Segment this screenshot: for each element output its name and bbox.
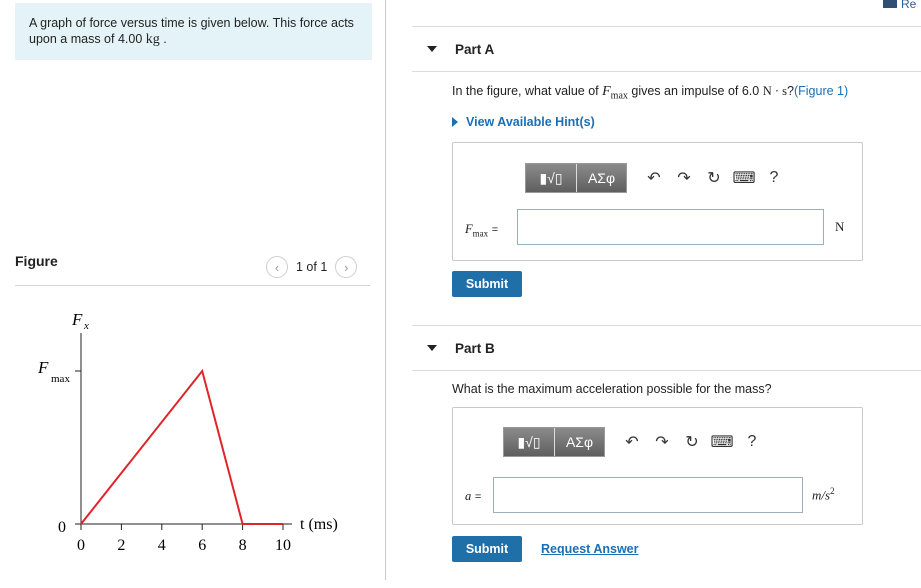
part-b-label: Part B <box>455 340 495 356</box>
templates-button[interactable]: ▮√▯ <box>504 428 554 456</box>
ans-var: a <box>465 489 472 503</box>
part-a-answer-box: ▮√▯ ΑΣφ ↶ ↷ ↻ ⌨ ? Fmax = N <box>452 142 863 261</box>
templates-button[interactable]: ▮√▯ <box>526 164 576 192</box>
figure-link[interactable]: (Figure 1) <box>794 84 848 98</box>
problem-intro: A graph of force versus time is given be… <box>15 3 372 60</box>
chevron-left-icon[interactable]: ‹ <box>266 256 288 278</box>
reset-icon[interactable]: ↻ <box>699 163 729 193</box>
symbols-button[interactable]: ΑΣφ <box>576 164 626 192</box>
ans-var: F <box>465 222 473 236</box>
x-tick-label: 10 <box>275 537 291 554</box>
header-mark-label: Re <box>901 0 917 11</box>
y-axis-sub: x <box>83 320 89 332</box>
q-pre: In the figure, what value of <box>452 84 599 98</box>
part-b-answer-box: ▮√▯ ΑΣφ ↶ ↷ ↻ ⌨ ? a = m/s2 <box>452 407 863 525</box>
panel-icon <box>883 0 897 8</box>
part-a-toolbar: ▮√▯ ΑΣφ ↶ ↷ ↻ ⌨ ? <box>525 163 789 193</box>
ans-sub: max <box>472 228 489 239</box>
template-group: ▮√▯ ΑΣφ <box>525 163 627 193</box>
redo-icon[interactable]: ↷ <box>669 163 699 193</box>
unit-base: m/s <box>812 487 831 503</box>
fmax-answer-input[interactable] <box>517 209 824 245</box>
y-axis-label: F <box>71 310 83 329</box>
part-b-toolbar: ▮√▯ ΑΣφ ↶ ↷ ↻ ⌨ ? <box>503 427 767 457</box>
x-tick-label: 2 <box>117 537 125 554</box>
caret-right-icon <box>452 117 458 127</box>
part-a-label: Part A <box>455 41 495 57</box>
ans-eq: = <box>474 491 482 503</box>
part-b-answer-label: a = <box>465 488 481 504</box>
reset-icon[interactable]: ↻ <box>677 427 707 457</box>
fmax-sub: max <box>51 373 70 385</box>
figure-divider <box>15 285 370 286</box>
part-b-header[interactable]: Part B <box>412 325 921 371</box>
q-unit: N · s <box>762 84 788 98</box>
q-end: ? <box>787 84 794 98</box>
part-a-answer-label: Fmax = <box>465 221 498 239</box>
part-b-submit-button[interactable]: Submit <box>452 536 522 562</box>
unit-exp: 2 <box>830 486 835 496</box>
part-b-unit: m/s2 <box>812 486 835 503</box>
collapse-icon <box>427 46 437 52</box>
q-var-sub: max <box>610 90 628 102</box>
x-tick-label: 8 <box>239 537 247 554</box>
part-a-unit: N <box>835 219 845 234</box>
undo-icon[interactable]: ↶ <box>639 163 669 193</box>
request-answer-link[interactable]: Request Answer <box>541 542 638 556</box>
part-a-submit-button[interactable]: Submit <box>452 271 522 297</box>
zero-label: 0 <box>58 519 66 536</box>
symbols-button[interactable]: ΑΣφ <box>554 428 604 456</box>
undo-icon[interactable]: ↶ <box>617 427 647 457</box>
keyboard-icon[interactable]: ⌨ <box>729 163 759 193</box>
x-axis-label: t (ms) <box>300 516 338 533</box>
collapse-icon <box>427 345 437 351</box>
q-var: F <box>602 84 611 99</box>
hint-toggle[interactable]: View Available Hint(s) <box>452 115 595 129</box>
figure-counter: 1 of 1 <box>296 260 328 274</box>
help-button[interactable]: ? <box>759 163 789 193</box>
column-divider <box>385 0 386 580</box>
fmax-label: F <box>37 358 49 377</box>
part-a-header[interactable]: Part A <box>412 26 921 72</box>
intro-unit: kg <box>145 32 160 47</box>
q-mid: gives an impulse of 6.0 <box>631 84 760 98</box>
keyboard-icon[interactable]: ⌨ <box>707 427 737 457</box>
figure-title: Figure <box>15 253 58 269</box>
intro-end: . <box>163 32 167 46</box>
figure-nav: ‹ 1 of 1 › <box>266 256 358 278</box>
series-line <box>80 368 283 525</box>
x-tick-label: 4 <box>158 537 166 554</box>
template-group: ▮√▯ ΑΣφ <box>503 427 605 457</box>
header-mark[interactable]: Re <box>883 0 917 11</box>
chevron-right-icon[interactable]: › <box>335 256 358 278</box>
part-b-question: What is the maximum acceleration possibl… <box>452 382 772 396</box>
hint-label: View Available Hint(s) <box>466 115 595 129</box>
force-time-graph: F x F max 0 t (ms) 0 2 4 6 8 10 <box>37 310 338 554</box>
ans-eq: = <box>491 224 499 236</box>
x-tick-label: 0 <box>77 537 85 554</box>
acceleration-answer-input[interactable] <box>493 477 803 513</box>
intro-text: A graph of force versus time is given be… <box>29 16 354 46</box>
part-a-question: In the figure, what value of Fmax gives … <box>452 84 848 102</box>
x-tick-label: 6 <box>198 537 206 554</box>
help-button[interactable]: ? <box>737 427 767 457</box>
redo-icon[interactable]: ↷ <box>647 427 677 457</box>
